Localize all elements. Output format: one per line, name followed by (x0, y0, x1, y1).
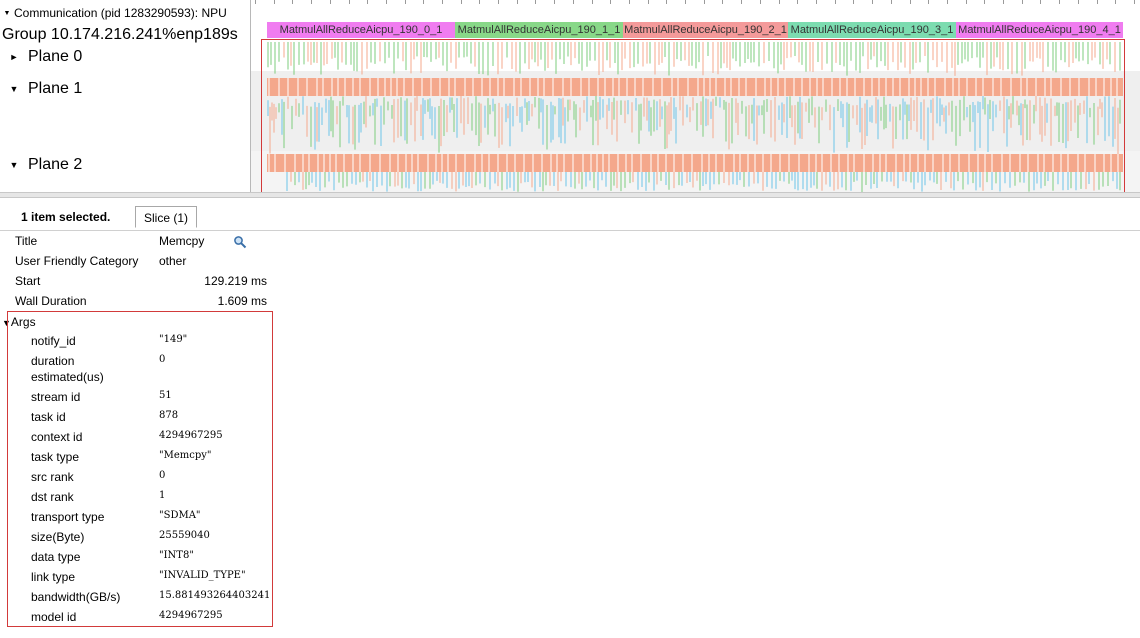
timeline-track-area: ▼ Communication (pid 1283290593): NPU Gro… (0, 0, 1140, 198)
arg-label: src rank (31, 470, 74, 484)
arg-value: 51 (159, 390, 172, 401)
expand-triangle-icon[interactable]: ► (0, 47, 28, 67)
arg-label: bandwidth(GB/s) (31, 590, 121, 604)
collapse-triangle-icon[interactable]: ▼ (0, 155, 28, 175)
track-plane-2-label: Plane 2 (28, 156, 83, 174)
detail-row-start: Start 129.219 ms (0, 273, 1140, 289)
arg-value: 25559040 (159, 530, 210, 541)
arg-value: 4294967295 (159, 610, 223, 621)
group-label: Group 10.174.216.241%enp189s (2, 26, 238, 43)
process-header[interactable]: ▼ Communication (pid 1283290593): NPU (0, 3, 250, 23)
collapse-triangle-icon[interactable]: ▼ (0, 4, 14, 23)
arg-value: "Memcpy" (159, 450, 212, 461)
arg-value: "SDMA" (159, 510, 201, 521)
arg-label: data type (31, 550, 81, 564)
track-plane-0-label: Plane 0 (28, 48, 83, 66)
track-plane-1[interactable]: ▼ Plane 1 (0, 79, 250, 99)
detail-row-duration: Wall Duration 1.609 ms (0, 293, 1140, 309)
track-plane-0[interactable]: ► Plane 0 (0, 47, 250, 67)
arg-value: "INVALID_TYPE" (159, 570, 246, 581)
detail-value: other (159, 254, 187, 268)
arg-label: stream id (31, 390, 81, 404)
collapse-triangle-icon[interactable]: ▼ (0, 79, 28, 99)
arg-value: 4294967295 (159, 430, 223, 441)
arg-value: 0 (159, 470, 166, 481)
detail-label: Title (15, 234, 38, 248)
arg-label: size(Byte) (31, 530, 85, 544)
detail-label: User Friendly Category (15, 254, 139, 268)
magnifier-icon[interactable] (233, 235, 247, 249)
arg-label: context id (31, 430, 83, 444)
detail-value: Memcpy (159, 234, 205, 248)
detail-value: 1.609 ms (217, 294, 267, 308)
arg-value: "INT8" (159, 550, 194, 561)
timeline-marks[interactable] (251, 0, 1140, 198)
detail-label: Start (15, 274, 41, 288)
track-plane-2[interactable]: ▼ Plane 2 (0, 155, 250, 175)
arg-label: model id (31, 610, 77, 624)
detail-row-category: User Friendly Category other (0, 253, 300, 269)
arg-label: link type (31, 570, 76, 584)
arg-label: duration estimated(us) (31, 354, 104, 384)
plane-2-memcpy-band (267, 154, 1123, 172)
arg-label: dst rank (31, 490, 74, 504)
track-plane-1-label: Plane 1 (28, 80, 83, 98)
plane-1-memcpy-band (267, 78, 1123, 96)
selection-bar: 1 item selected. Slice (1) (0, 204, 1140, 231)
arg-value: "149" (159, 334, 188, 345)
tab-slice[interactable]: Slice (1) (135, 206, 197, 228)
arg-label: task type (31, 450, 80, 464)
arg-value: 15.881493264403241 (159, 590, 271, 601)
selection-summary: 1 item selected. (21, 210, 111, 224)
detail-label: Wall Duration (15, 294, 87, 308)
arg-label: notify_id (31, 334, 76, 348)
arg-value: 1 (159, 490, 166, 501)
arg-value: 878 (159, 410, 179, 421)
arg-label: transport type (31, 510, 105, 524)
panel-splitter[interactable] (0, 192, 1140, 198)
detail-row-title: Title Memcpy (0, 233, 300, 249)
detail-value: 129.219 ms (204, 274, 267, 288)
process-header-label: Communication (pid 1283290593): NPU (14, 6, 227, 20)
arg-value: 0 (159, 354, 166, 365)
arg-label: task id (31, 410, 66, 424)
